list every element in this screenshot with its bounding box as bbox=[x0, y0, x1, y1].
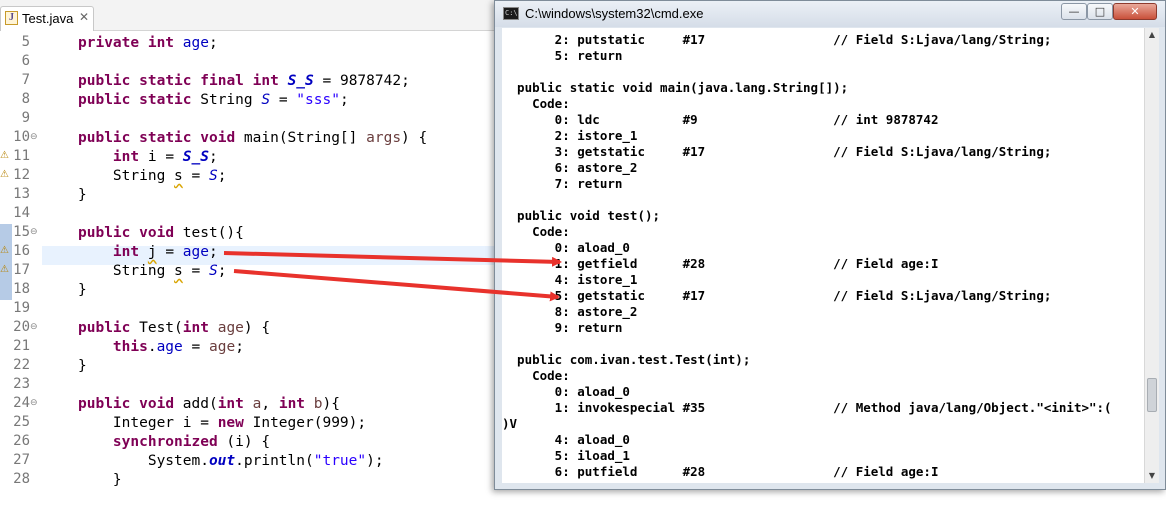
scroll-thumb[interactable] bbox=[1147, 378, 1157, 412]
minimize-button[interactable]: — bbox=[1061, 3, 1087, 20]
console-output[interactable]: 2: putstatic #17 // Field S:Ljava/lang/S… bbox=[502, 28, 1144, 483]
console-line: Code: bbox=[502, 224, 570, 239]
code-line: private int age; bbox=[78, 35, 218, 51]
code-line: String s = S; bbox=[78, 168, 227, 184]
code-line: } bbox=[78, 282, 87, 298]
code-line: synchronized (i) { bbox=[112, 434, 271, 450]
console-line: 4: istore_1 bbox=[502, 272, 638, 287]
console-line: 1: getfield #28 // Field age:I bbox=[502, 256, 939, 271]
code-line: public void test(){ bbox=[78, 225, 244, 241]
code-line: public Test(int age) { bbox=[78, 320, 271, 336]
code-line: public void add(int a, int b){ bbox=[78, 396, 340, 412]
cmd-window: C:\ C:\windows\system32\cmd.exe — □ ✕ 2:… bbox=[494, 0, 1166, 490]
tab-test-java[interactable]: J Test.java ✕ bbox=[0, 6, 94, 31]
console-icon: C:\ bbox=[503, 7, 519, 20]
code-line: int j = age; bbox=[112, 244, 218, 260]
console-line: 5: getstatic #17 // Field S:Ljava/lang/S… bbox=[502, 288, 1052, 303]
console-line: 0: aload_0 bbox=[502, 384, 630, 399]
console-line: 4: aload_0 bbox=[502, 432, 630, 447]
code-line: System.out.println("true"); bbox=[78, 453, 384, 469]
code-line: } bbox=[78, 187, 87, 203]
console-line: 0: ldc #9 // int 9878742 bbox=[502, 112, 939, 127]
scroll-down-arrow-icon[interactable]: ▼ bbox=[1145, 469, 1159, 483]
console-line: public com.ivan.test.Test(int); bbox=[502, 352, 751, 367]
maximize-button[interactable]: □ bbox=[1087, 3, 1113, 20]
close-icon[interactable]: ✕ bbox=[79, 10, 89, 24]
cmd-window-title: C:\windows\system32\cmd.exe bbox=[525, 6, 704, 21]
code-line: String s = S; bbox=[78, 263, 227, 279]
console-line: 3: getstatic #17 // Field S:Ljava/lang/S… bbox=[502, 144, 1052, 159]
vertical-scrollbar[interactable]: ▲ ▼ bbox=[1144, 28, 1159, 483]
tab-title: Test.java bbox=[22, 11, 74, 26]
code-line: public static final int S_S = 9878742; bbox=[78, 73, 410, 89]
console-line: 6: astore_2 bbox=[502, 160, 638, 175]
code-line: public static String S = "sss"; bbox=[78, 92, 349, 108]
console-line: 7: return bbox=[502, 176, 623, 191]
console-line: 8: astore_2 bbox=[502, 304, 638, 319]
cmd-titlebar[interactable]: C:\ C:\windows\system32\cmd.exe — □ ✕ bbox=[495, 1, 1165, 27]
console-line: 6: putfield #28 // Field age:I bbox=[502, 464, 939, 479]
console-line: 5: return bbox=[502, 48, 623, 63]
code-line: this.age = age; bbox=[112, 339, 244, 355]
java-file-icon: J bbox=[5, 11, 18, 25]
console-line: 5: iload_1 bbox=[502, 448, 630, 463]
code-line: Integer i = new Integer(999); bbox=[78, 415, 367, 431]
close-button[interactable]: ✕ bbox=[1113, 3, 1157, 20]
console-line: Code: bbox=[502, 96, 570, 111]
code-line: int i = S_S; bbox=[112, 149, 218, 165]
code-line: public static void main(String[] args) { bbox=[78, 130, 428, 146]
console-line: 2: putstatic #17 // Field S:Ljava/lang/S… bbox=[502, 32, 1052, 47]
console-line: 1: invokespecial #35 // Method java/lang… bbox=[502, 400, 1112, 415]
code-line: } bbox=[78, 358, 87, 374]
console-line: Code: bbox=[502, 368, 570, 383]
console-line: )V bbox=[502, 416, 518, 431]
console-line: 0: aload_0 bbox=[502, 240, 630, 255]
console-line: public static void main(java.lang.String… bbox=[502, 80, 849, 95]
console-line: public void test(); bbox=[502, 208, 661, 223]
scroll-up-arrow-icon[interactable]: ▲ bbox=[1145, 28, 1159, 42]
code-line: } bbox=[78, 472, 122, 488]
console-line: 9: return bbox=[502, 320, 623, 335]
console-line: 2: istore_1 bbox=[502, 128, 638, 143]
